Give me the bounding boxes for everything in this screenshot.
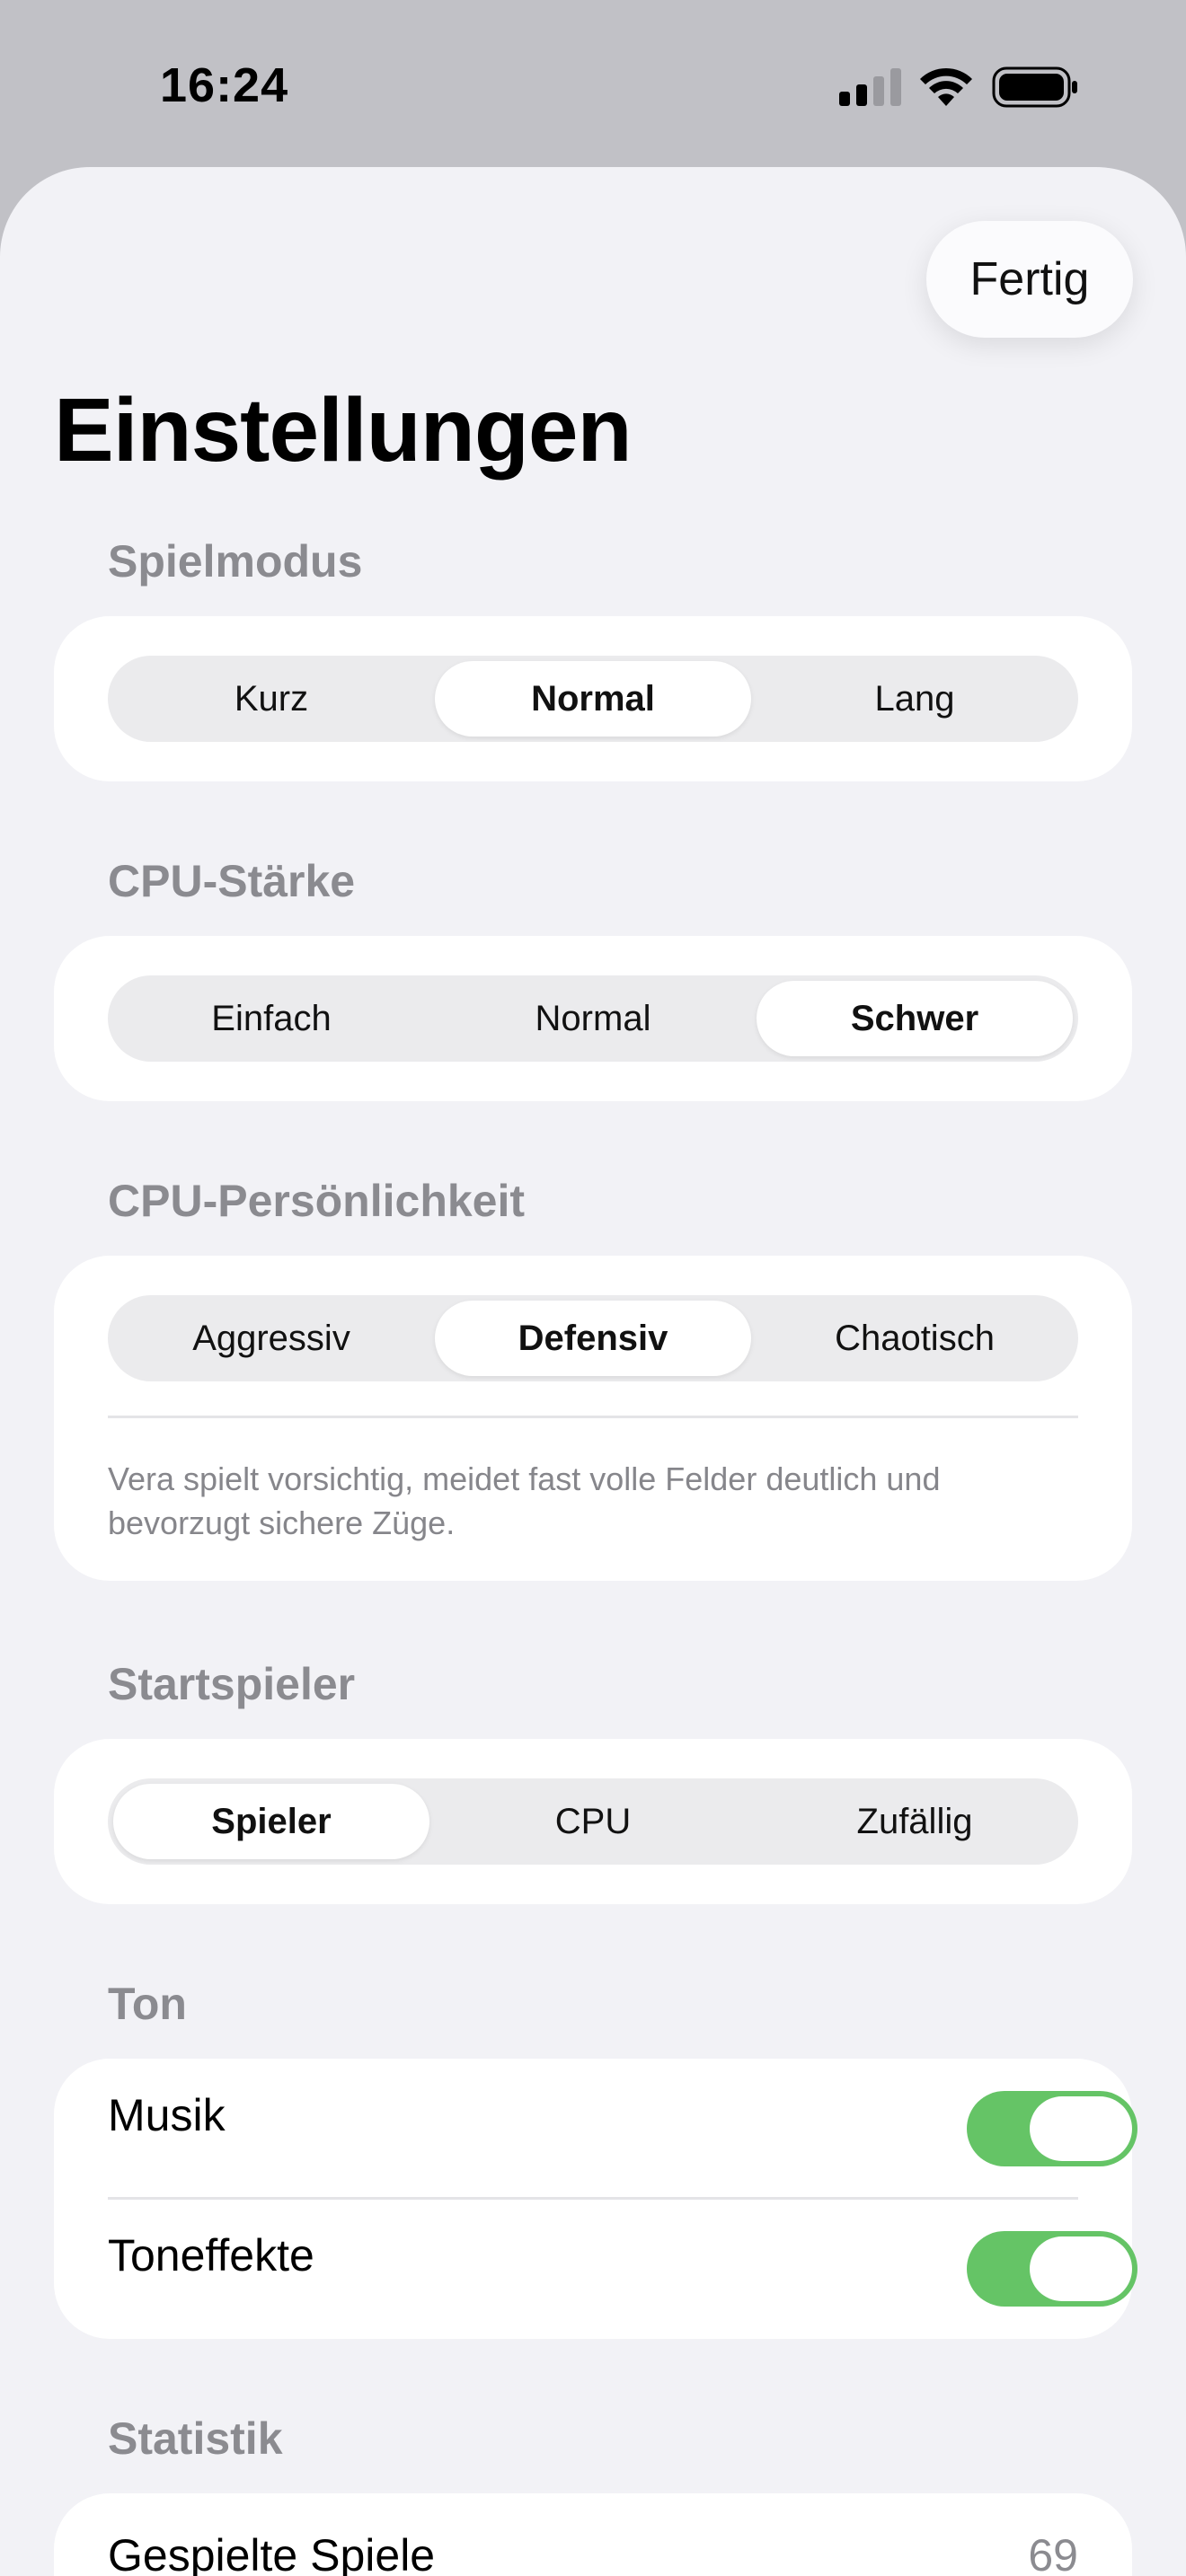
page-title: Einstellungen [54,380,633,481]
done-button[interactable]: Fertig [926,221,1133,338]
segment-chaotic[interactable]: Chaotisch [757,1301,1073,1376]
segment-long[interactable]: Lang [757,661,1073,737]
section-header-start-player: Startspieler [108,1659,356,1709]
cpu-strength-segmented-control: Einfach Normal Schwer [108,975,1078,1062]
music-toggle[interactable] [967,2091,1137,2166]
sound-effects-toggle[interactable] [967,2231,1137,2307]
segment-defensive[interactable]: Defensiv [435,1301,751,1376]
section-header-statistics: Statistik [108,2413,283,2464]
wifi-icon [920,67,972,106]
personality-description: Vera spielt vorsichtig, meidet fast voll… [108,1460,941,1541]
cpu-strength-card: Einfach Normal Schwer [54,936,1132,1101]
games-played-value: 69 [1028,2530,1078,2576]
signal-icon [839,68,901,106]
status-time: 16:24 [160,58,289,112]
start-player-segmented-control: Spieler CPU Zufällig [108,1778,1078,1865]
settings-sheet: Fertig Einstellungen Spielmodus Kurz Nor… [0,167,1186,2576]
status-bar: 16:24 [0,0,1186,167]
segment-easy[interactable]: Einfach [113,981,429,1056]
cpu-personality-segmented-control: Aggressiv Defensiv Chaotisch [108,1295,1078,1381]
start-player-card: Spieler CPU Zufällig [54,1739,1132,1904]
divider [108,1416,1078,1418]
games-played-label: Gespielte Spiele [108,2530,436,2576]
section-header-sound: Ton [108,1979,187,2029]
cpu-personality-card: Aggressiv Defensiv Chaotisch Vera spielt… [54,1256,1132,1581]
game-mode-card: Kurz Normal Lang [54,616,1132,781]
segment-short[interactable]: Kurz [113,661,429,737]
segment-player[interactable]: Spieler [113,1784,429,1859]
segment-aggressive[interactable]: Aggressiv [113,1301,429,1376]
music-label: Musik [108,2090,226,2140]
segment-random[interactable]: Zufällig [757,1784,1073,1859]
divider [108,2197,1078,2200]
sound-card: Musik Toneffekte [54,2059,1137,2339]
toggle-knob [1030,2096,1132,2161]
sound-effects-label: Toneffekte [108,2230,314,2280]
battery-icon [992,66,1077,108]
section-header-game-mode: Spielmodus [108,536,363,587]
statistics-card: Gespielte Spiele 69 [54,2493,1132,2576]
toggle-knob [1030,2236,1132,2301]
segment-hard[interactable]: Schwer [757,981,1073,1056]
section-header-cpu-strength: CPU-Stärke [108,856,356,906]
segment-cpu[interactable]: CPU [435,1784,751,1859]
section-header-cpu-personality: CPU-Persönlichkeit [108,1176,526,1226]
segment-normal[interactable]: Normal [435,981,751,1056]
game-mode-segmented-control: Kurz Normal Lang [108,656,1078,742]
segment-normal[interactable]: Normal [435,661,751,737]
